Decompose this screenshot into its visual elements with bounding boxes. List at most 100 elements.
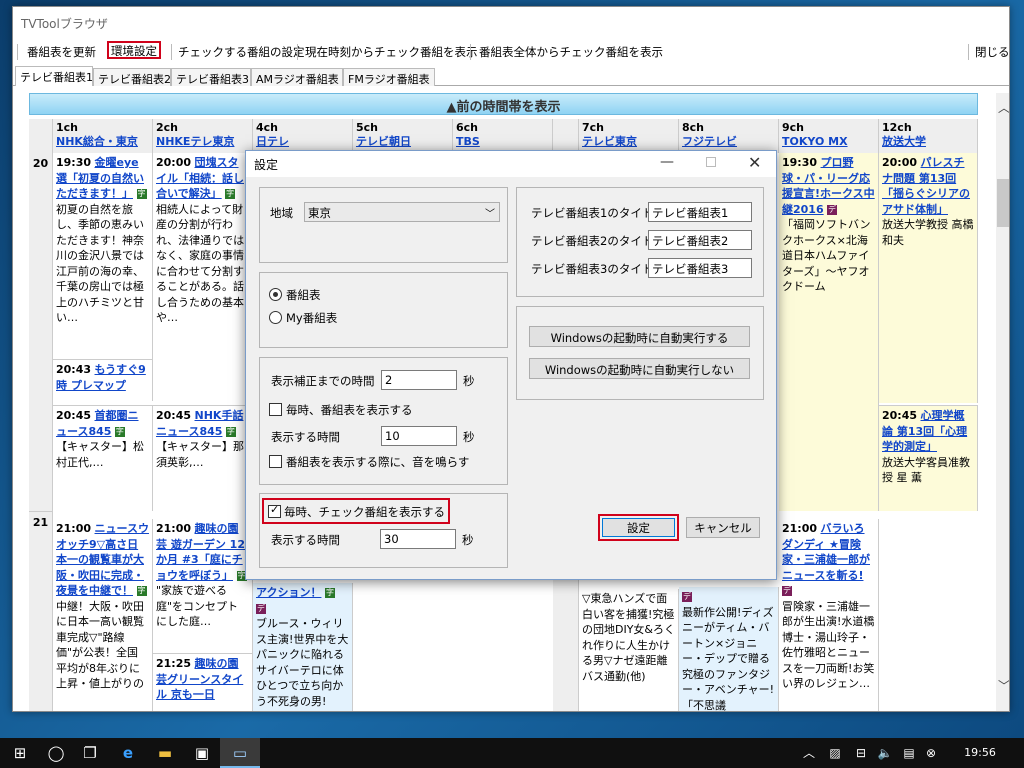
previous-timeslot-button[interactable]: ▲前の時間帯を表示 — [29, 93, 978, 115]
refresh-button[interactable]: 番組表を更新 — [25, 43, 98, 61]
time-adjust-input[interactable]: 2 — [381, 370, 457, 390]
program-radio[interactable] — [269, 288, 282, 301]
channel-number: 7ch — [582, 121, 605, 134]
program-cell[interactable]: 20:00 パレスチナ問題 第13回「揺らぐシリアのアサド体制」 放送大学教授 … — [879, 153, 978, 403]
autostart-off-button[interactable]: Windowsの起動時に自動実行しない — [529, 358, 750, 379]
program-time: 21:00 — [56, 522, 92, 535]
tab-tv2[interactable]: テレビ番組表2 — [93, 68, 171, 86]
channel-header: 2ch NHKEテレ東京 — [153, 119, 253, 153]
program-cell[interactable]: 20:45 首都圏ニュース845 字 【キャスター】松村正代,… — [53, 405, 153, 511]
program-cell[interactable]: 19:30 金曜eye選「初夏の自然いただきます！」 字 初夏の自然を旅し、季節… — [53, 153, 153, 359]
tab-tv3[interactable]: テレビ番組表3 — [171, 68, 251, 86]
program-desc: 【キャスター】那須英彰,… — [156, 440, 244, 469]
close-icon[interactable]: ✕ — [748, 153, 761, 172]
ok-button[interactable]: 設定 — [602, 518, 675, 537]
program-cell[interactable]: 21:00 ニュースウオッチ9▽高さ日本一の観覧車が大阪・吹田に完成・夜景を中継… — [53, 519, 153, 711]
program-icon: デ — [827, 204, 838, 215]
program-time: 19:30 — [56, 156, 92, 169]
windows-start-icon[interactable]: ⊞ — [0, 738, 40, 768]
minimize-icon[interactable]: — — [660, 154, 674, 170]
program-cell[interactable]: 19:30 プロ野球・パ・リーグ応援宣言!ホークス中継2016 デ 「福岡ソフト… — [779, 153, 879, 511]
program-cell[interactable]: 20:00 団塊スタイル「相続：話し合いで解決」 字 相続人によって財産の分割が… — [153, 153, 253, 399]
tab-tv1[interactable]: テレビ番組表1 — [15, 66, 93, 86]
channel-header: 4ch 日テレ — [253, 119, 353, 153]
volume-icon[interactable]: 🔈 — [872, 738, 898, 768]
network-icon[interactable]: ⊟ — [848, 738, 874, 768]
channel-link[interactable]: フジテレビ — [682, 135, 737, 148]
program-time: 20:45 — [56, 409, 92, 422]
program-cell[interactable]: 21:00 趣味の園芸 遊ガーデン 12か月 #3「庭にチョウを呼ぼう」 字 "… — [153, 519, 253, 653]
unit-label: 秒 — [463, 430, 475, 444]
channel-header: 6ch TBS — [453, 119, 553, 153]
program-cell[interactable]: 20:43 もうすぐ9時 プレマップ — [53, 359, 153, 401]
program-cell[interactable]: 20:45 心理学概論 第13回「心理学的測定」 放送大学客員准教授 星 薫 — [879, 405, 978, 511]
region-group — [259, 187, 508, 263]
tab-am-radio[interactable]: AMラジオ番組表 — [251, 68, 343, 86]
tray-app-icon[interactable]: ▨ — [822, 738, 848, 768]
tv3-title-label: テレビ番組表3のタイトル — [531, 262, 665, 276]
vertical-scrollbar[interactable]: ︿ ﹀ — [996, 93, 1009, 711]
tv3-title-input[interactable]: テレビ番組表3 — [648, 258, 752, 278]
channel-link[interactable]: TOKYO MX — [782, 135, 848, 148]
channel-link[interactable]: TBS — [456, 135, 480, 148]
hourly-show-checkbox[interactable] — [269, 403, 282, 416]
program-cell[interactable]: デ 最新作公開!ディズニーがティム・バートン×ジョニー・デップで贈る究極のファン… — [679, 587, 779, 711]
autostart-on-button[interactable]: Windowsの起動時に自動実行する — [529, 326, 750, 347]
program-time: 20:43 — [56, 363, 92, 376]
program-cell[interactable]: 20:45 NHK手話ニュース845 字 【キャスター】那須英彰,… — [153, 405, 253, 511]
caption-icon: 字 — [136, 586, 147, 596]
program-cell[interactable]: 21:25 趣味の園芸グリーンスタイル 京も一日 — [153, 653, 253, 711]
check-program-settings-button[interactable]: チェックする番組の設定 — [176, 43, 307, 61]
cancel-button[interactable]: キャンセル — [686, 517, 760, 538]
tab-bar: テレビ番組表1 テレビ番組表2 テレビ番組表3 AMラジオ番組表 FMラジオ番組… — [13, 66, 1009, 86]
program-cell[interactable]: アクション！ 字 デ ブルース・ウィリス主演!世界中を大パニックに陥れるサイバー… — [253, 583, 353, 711]
channel-link[interactable]: NHKEテレ東京 — [156, 135, 234, 148]
channel-link[interactable]: 日テレ — [256, 135, 289, 148]
my-program-radio[interactable] — [269, 311, 282, 324]
chevron-up-icon[interactable]: ︿ — [796, 738, 822, 768]
tvtool-app-icon[interactable]: ▭ — [220, 738, 260, 768]
edge-browser-icon[interactable]: e — [108, 738, 148, 768]
channel-link[interactable]: テレビ朝日 — [356, 135, 411, 148]
program-desc: "家族で遊べる庭"をコンセプトにした庭… — [156, 584, 239, 628]
show-check-all-button[interactable]: 番組表全体からチェック番組を表示 — [477, 43, 665, 61]
check-time-input[interactable]: 30 — [380, 529, 456, 549]
show-check-from-now-button[interactable]: 現在時刻からチェック番組を表示 — [303, 43, 480, 61]
channel-link[interactable]: NHK総合・東京 — [56, 135, 138, 148]
channel-link[interactable]: テレビ東京 — [582, 135, 637, 148]
store-icon[interactable]: ▣ — [182, 738, 222, 768]
notification-icon[interactable]: ⊗ — [918, 738, 944, 768]
program-desc: 初夏の自然を旅し、季節の恵みいただきます！神奈川の金沢八景では江戸前の海の幸、千… — [56, 202, 144, 325]
program-title[interactable]: アクション！ — [256, 586, 321, 599]
program-cell[interactable]: 21:00 バラいろダンディ ★冒険家・三浦雄一郎がニュースを斬る! デ 冒険家… — [779, 519, 879, 711]
toolbar-separator — [171, 44, 172, 60]
settings-button[interactable]: 環境設定 — [107, 41, 161, 59]
program-cell[interactable]: ▽東急ハンズで面白い客を捕獲!究極の団地DIY女&ろくれ作りに人生かける男▽ナゼ… — [579, 589, 679, 711]
channel-link[interactable]: 放送大学 — [882, 135, 926, 148]
chevron-down-icon: ﹀ — [485, 209, 495, 220]
check-mark-icon: ✓ — [270, 503, 280, 516]
scroll-thumb[interactable] — [997, 179, 1009, 227]
close-button[interactable]: 閉じる — [973, 43, 1009, 61]
hour-header — [29, 119, 53, 153]
clock[interactable]: 19:56 — [958, 738, 1002, 768]
sound-checkbox[interactable] — [269, 455, 282, 468]
scroll-down-icon[interactable]: ﹀ — [998, 677, 1009, 694]
program-desc: 冒険家・三浦雄一郎が生出演!水道橋博士・湯山玲子・佐竹雅昭とニュースを一刀両断!… — [782, 599, 875, 691]
region-select[interactable]: 東京 ﹀ — [304, 202, 500, 222]
check-hourly-checkbox[interactable]: ✓ — [268, 503, 281, 518]
hour-label: 20 — [29, 153, 53, 511]
tv2-title-input[interactable]: テレビ番組表2 — [648, 230, 752, 250]
tab-fm-radio[interactable]: FMラジオ番組表 — [343, 68, 435, 86]
caption-icon: 字 — [136, 189, 147, 199]
window-title: TVToolブラウザ — [13, 7, 1009, 37]
scroll-up-icon[interactable]: ︿ — [998, 99, 1009, 116]
file-explorer-icon[interactable]: ▬ — [145, 738, 185, 768]
task-view-icon[interactable]: ❐ — [70, 738, 110, 768]
dialog-title: 設定 — [246, 151, 776, 177]
program-desc: 放送大学客員准教授 星 薫 — [882, 455, 970, 485]
display-time-input[interactable]: 10 — [381, 426, 457, 446]
tv1-title-input[interactable]: テレビ番組表1 — [648, 202, 752, 222]
caption-icon: 字 — [225, 189, 236, 199]
sound-label: 番組表を表示する際に、音を鳴らす — [286, 455, 470, 469]
